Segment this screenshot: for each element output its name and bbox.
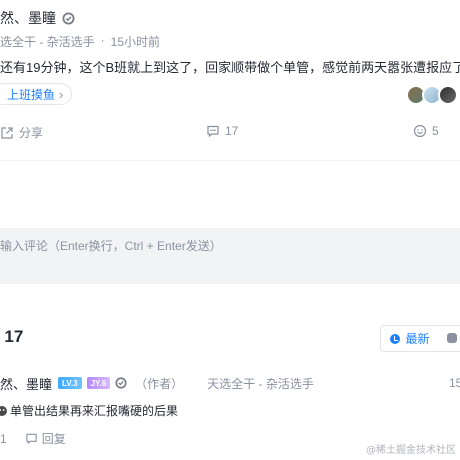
reply-icon — [25, 433, 37, 445]
post-actions: 分享 17 5 — [0, 124, 460, 142]
comment-count: 17 — [225, 124, 239, 138]
reply-author-title: 天选全干 - 杂活选手 — [207, 376, 314, 391]
post-content: 还有19分钟，这个B班就上到这了，回家顺带做个单管，感觉前两天嚣张遭报应了 — [0, 60, 460, 75]
sort-newest-button[interactable]: 最新 — [381, 326, 439, 351]
sort-newest-label: 最新 — [405, 332, 430, 346]
reply-content: 单管出结果再来汇报嘴硬的后果 — [0, 402, 178, 419]
level-badge: LV.3 — [58, 377, 82, 389]
like-icon — [413, 124, 427, 138]
comment-input[interactable]: 输入评论（Enter换行，Ctrl + Enter发送） — [0, 228, 460, 284]
watermark: @稀土掘金技术社区 — [366, 445, 456, 456]
sort-hot-icon[interactable] — [447, 333, 457, 343]
share-button[interactable]: 分享 — [0, 124, 43, 141]
reply-header: 然、墨瞳 LV.3 JY.6 （作者） 天选全干 - 杂活选手 15 — [0, 374, 460, 392]
verified-badge-icon — [115, 377, 127, 389]
post-meta: 选全干 - 杂活选手 · 15小时前 — [0, 33, 160, 50]
post-time: 15小时前 — [110, 35, 161, 49]
topic-tag[interactable]: 上班摸鱼 › — [0, 83, 73, 105]
divider — [0, 160, 460, 161]
reply-time: 15 — [449, 376, 460, 390]
verified-badge-icon — [62, 11, 75, 25]
clock-icon — [390, 333, 401, 344]
like-count: 5 — [432, 124, 439, 138]
reply-actions: 1 回复 — [0, 430, 66, 447]
reply-like-count: 1 — [0, 431, 7, 446]
reply-text: 单管出结果再来汇报嘴硬的后果 — [10, 404, 179, 418]
comment-placeholder: 输入评论（Enter换行，Ctrl + Enter发送） — [0, 239, 222, 253]
avatar — [438, 85, 458, 105]
reply-button[interactable]: 回复 — [25, 430, 66, 447]
author-tag: （作者） — [135, 376, 184, 391]
comments-count-title: ; 17 — [0, 327, 24, 346]
reply-label: 回复 — [41, 432, 66, 446]
topic-arrow-icon: › — [59, 86, 64, 102]
comment-button[interactable]: 17 — [206, 124, 238, 138]
emoji-icon — [0, 405, 7, 416]
reply-like-button[interactable]: 1 — [0, 430, 7, 447]
meta-separator: · — [100, 33, 105, 47]
liker-avatars[interactable] — [406, 85, 458, 105]
share-icon — [1, 126, 13, 139]
topic-label: 上班摸鱼 — [7, 87, 56, 102]
sort-toggle: 最新 — [380, 325, 460, 352]
share-label: 分享 — [19, 126, 44, 140]
post-author-name[interactable]: 然、墨瞳 — [0, 8, 56, 28]
reply-author-name[interactable]: 然、墨瞳 — [0, 374, 52, 393]
jy-badge: JY.6 — [86, 377, 111, 389]
author-title: 选全干 - 杂活选手 — [0, 35, 95, 49]
post-author-row: 然、墨瞳 — [0, 8, 75, 28]
like-button[interactable]: 5 — [413, 124, 439, 138]
comment-icon — [207, 125, 219, 138]
